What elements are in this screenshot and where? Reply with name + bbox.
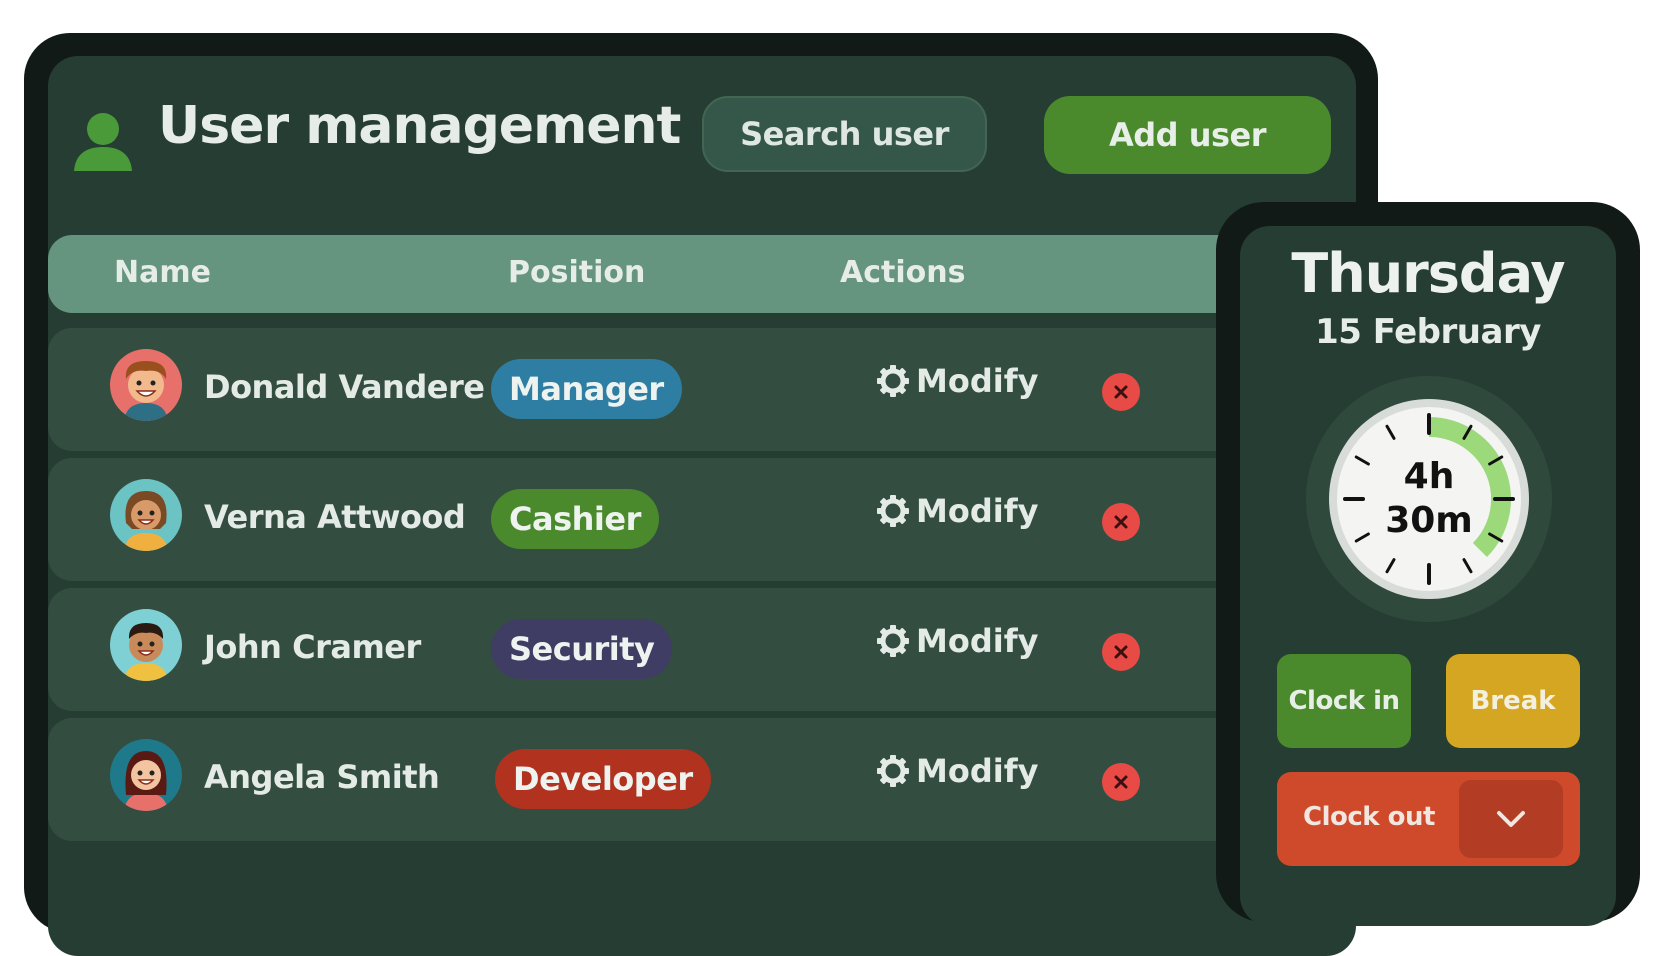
user-icon <box>74 113 132 171</box>
gear-icon <box>877 495 909 527</box>
delete-button[interactable] <box>1102 503 1140 541</box>
close-icon <box>1114 515 1128 529</box>
position-badge: Cashier <box>491 489 659 549</box>
delete-button[interactable] <box>1102 373 1140 411</box>
gear-icon <box>877 625 909 657</box>
gear-icon <box>877 365 909 397</box>
date-label: 15 February <box>1315 312 1541 352</box>
modify-button[interactable]: Modify <box>876 362 1038 400</box>
delete-button[interactable] <box>1102 633 1140 671</box>
position-badge: Developer <box>495 749 711 809</box>
break-button[interactable]: Break <box>1446 654 1580 748</box>
user-name: Verna Attwood <box>204 498 466 536</box>
day-label: Thursday <box>1291 242 1565 305</box>
table-row: Angela Smith Developer Modify <box>48 718 1328 841</box>
avatar <box>110 739 182 811</box>
avatar <box>110 349 182 421</box>
clock-in-button[interactable]: Clock in <box>1277 654 1411 748</box>
modify-label: Modify <box>916 492 1039 530</box>
clock-out-label: Clock out <box>1303 802 1435 832</box>
table-header: Name Position Actions <box>48 235 1328 313</box>
position-badge: Security <box>491 619 673 679</box>
delete-button[interactable] <box>1102 763 1140 801</box>
avatar <box>110 479 182 551</box>
modify-label: Modify <box>916 622 1039 660</box>
table-row: John Cramer Security Modify <box>48 588 1328 711</box>
user-name: Donald Vandere <box>204 368 485 406</box>
modify-button[interactable]: Modify <box>876 752 1038 790</box>
column-header-actions: Actions <box>840 255 966 290</box>
table-row: Donald Vandere Manager Modify <box>48 328 1328 451</box>
elapsed-time: 4h 30m <box>1306 376 1552 622</box>
user-name: Angela Smith <box>204 758 440 796</box>
chevron-down-icon <box>1497 811 1525 827</box>
close-icon <box>1114 775 1128 789</box>
avatar <box>110 609 182 681</box>
column-header-position: Position <box>508 255 646 290</box>
modify-label: Modify <box>916 752 1039 790</box>
page-title: User management <box>158 96 681 156</box>
modify-button[interactable]: Modify <box>876 622 1038 660</box>
elapsed-hours: 4h <box>1403 456 1455 497</box>
position-badge: Manager <box>491 359 682 419</box>
user-name: John Cramer <box>204 628 421 666</box>
close-icon <box>1114 645 1128 659</box>
user-management-panel: User management Search user Add user Nam… <box>48 56 1356 956</box>
modify-label: Modify <box>916 362 1039 400</box>
search-user-button[interactable]: Search user <box>702 96 987 172</box>
add-user-button[interactable]: Add user <box>1044 96 1331 174</box>
table-row: Verna Attwood Cashier Modify <box>48 458 1328 581</box>
close-icon <box>1114 385 1128 399</box>
column-header-name: Name <box>114 255 211 290</box>
gear-icon <box>877 755 909 787</box>
time-widget: Thursday 15 February 4h 30m Clock in Bre… <box>1240 226 1616 926</box>
clock-out-button[interactable]: Clock out <box>1277 772 1580 866</box>
clock-out-dropdown[interactable] <box>1459 780 1563 858</box>
elapsed-minutes: 30m <box>1385 500 1473 541</box>
modify-button[interactable]: Modify <box>876 492 1038 530</box>
